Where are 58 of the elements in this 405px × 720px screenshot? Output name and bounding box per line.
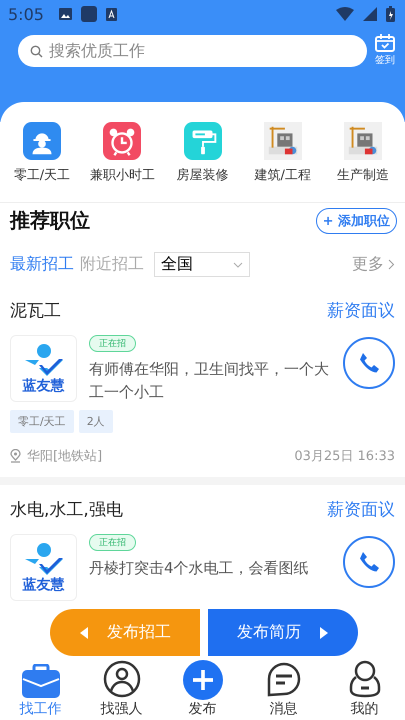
wifi-icon: [336, 7, 354, 21]
add-position-button[interactable]: + 添加职位: [316, 208, 397, 234]
alarm-clock-icon: [103, 122, 142, 160]
category-label: 兼职小时工: [90, 167, 155, 184]
phone-button[interactable]: [343, 337, 395, 389]
job-location: 华阳[地铁站]: [27, 448, 102, 465]
nav-tab[interactable]: 消息: [243, 660, 324, 720]
signal-icon: [363, 7, 377, 21]
briefcase-icon: [22, 664, 60, 698]
category-label: 生产制造: [337, 167, 389, 184]
phone-icon: [357, 550, 381, 574]
chevron-right-icon: [388, 259, 395, 270]
status-time: 5:05: [8, 4, 44, 24]
category-item[interactable]: 生产制造: [323, 122, 403, 184]
chevron-down-icon: [233, 262, 243, 268]
post-time: 03月25日 16:33: [294, 448, 395, 465]
category-item[interactable]: 建筑/工程: [242, 122, 323, 184]
triangle-right-icon: [319, 626, 329, 640]
nav-tab[interactable]: 找强人: [81, 660, 162, 720]
phone-button[interactable]: [343, 536, 395, 588]
image-icon: [58, 8, 72, 20]
category-label: 建筑/工程: [254, 167, 311, 184]
job-tag: 2人: [78, 410, 113, 433]
job-tag: 零工/天工: [10, 410, 74, 433]
company-logo: 蓝友慧: [10, 335, 77, 402]
nav-tab[interactable]: 我的: [324, 660, 405, 720]
filter-tab[interactable]: 最新招工: [10, 254, 74, 275]
region-dropdown[interactable]: 全国: [154, 252, 250, 277]
paint-roller-icon: [184, 122, 222, 160]
search-field[interactable]: 搜索优质工作: [18, 34, 367, 66]
section-title: 推荐职位: [10, 207, 90, 234]
location-icon: [10, 449, 21, 463]
status-badge: 正在招: [89, 335, 136, 352]
triangle-left-icon: [79, 626, 89, 640]
job-description: 有师傅在华阳，卫生间找平，一个大工一个小工: [89, 359, 330, 403]
category-label: 零工/天工: [14, 167, 70, 184]
user-icon: [348, 660, 380, 698]
job-description: 丹棱打突击4个水电工，会看图纸: [89, 558, 309, 579]
job-title: 水电,水工,强电: [10, 499, 123, 521]
nav-tab[interactable]: 找工作: [0, 660, 81, 720]
worker-icon: [23, 122, 61, 160]
post-resume-button[interactable]: 发布简历: [208, 609, 358, 656]
status-badge: 正在招: [89, 534, 136, 551]
nav-tab[interactable]: 发布: [162, 660, 243, 720]
search-icon: [30, 44, 43, 58]
job-title: 泥瓦工: [10, 300, 61, 322]
phone-icon: [357, 351, 381, 375]
category-item[interactable]: 零工/天工: [2, 122, 82, 184]
salary-text: 薪资面议: [327, 300, 395, 322]
company-logo: 蓝友慧: [10, 534, 77, 601]
category-item[interactable]: 兼职小时工: [82, 122, 162, 184]
salary-text: 薪资面议: [327, 499, 395, 521]
person-icon: [102, 660, 140, 698]
app-icon: [80, 6, 97, 22]
category-label: 房屋装修: [176, 167, 228, 184]
battery-icon: [386, 6, 395, 22]
keyboard-icon: [106, 8, 117, 20]
category-item[interactable]: 房屋装修: [162, 122, 242, 184]
